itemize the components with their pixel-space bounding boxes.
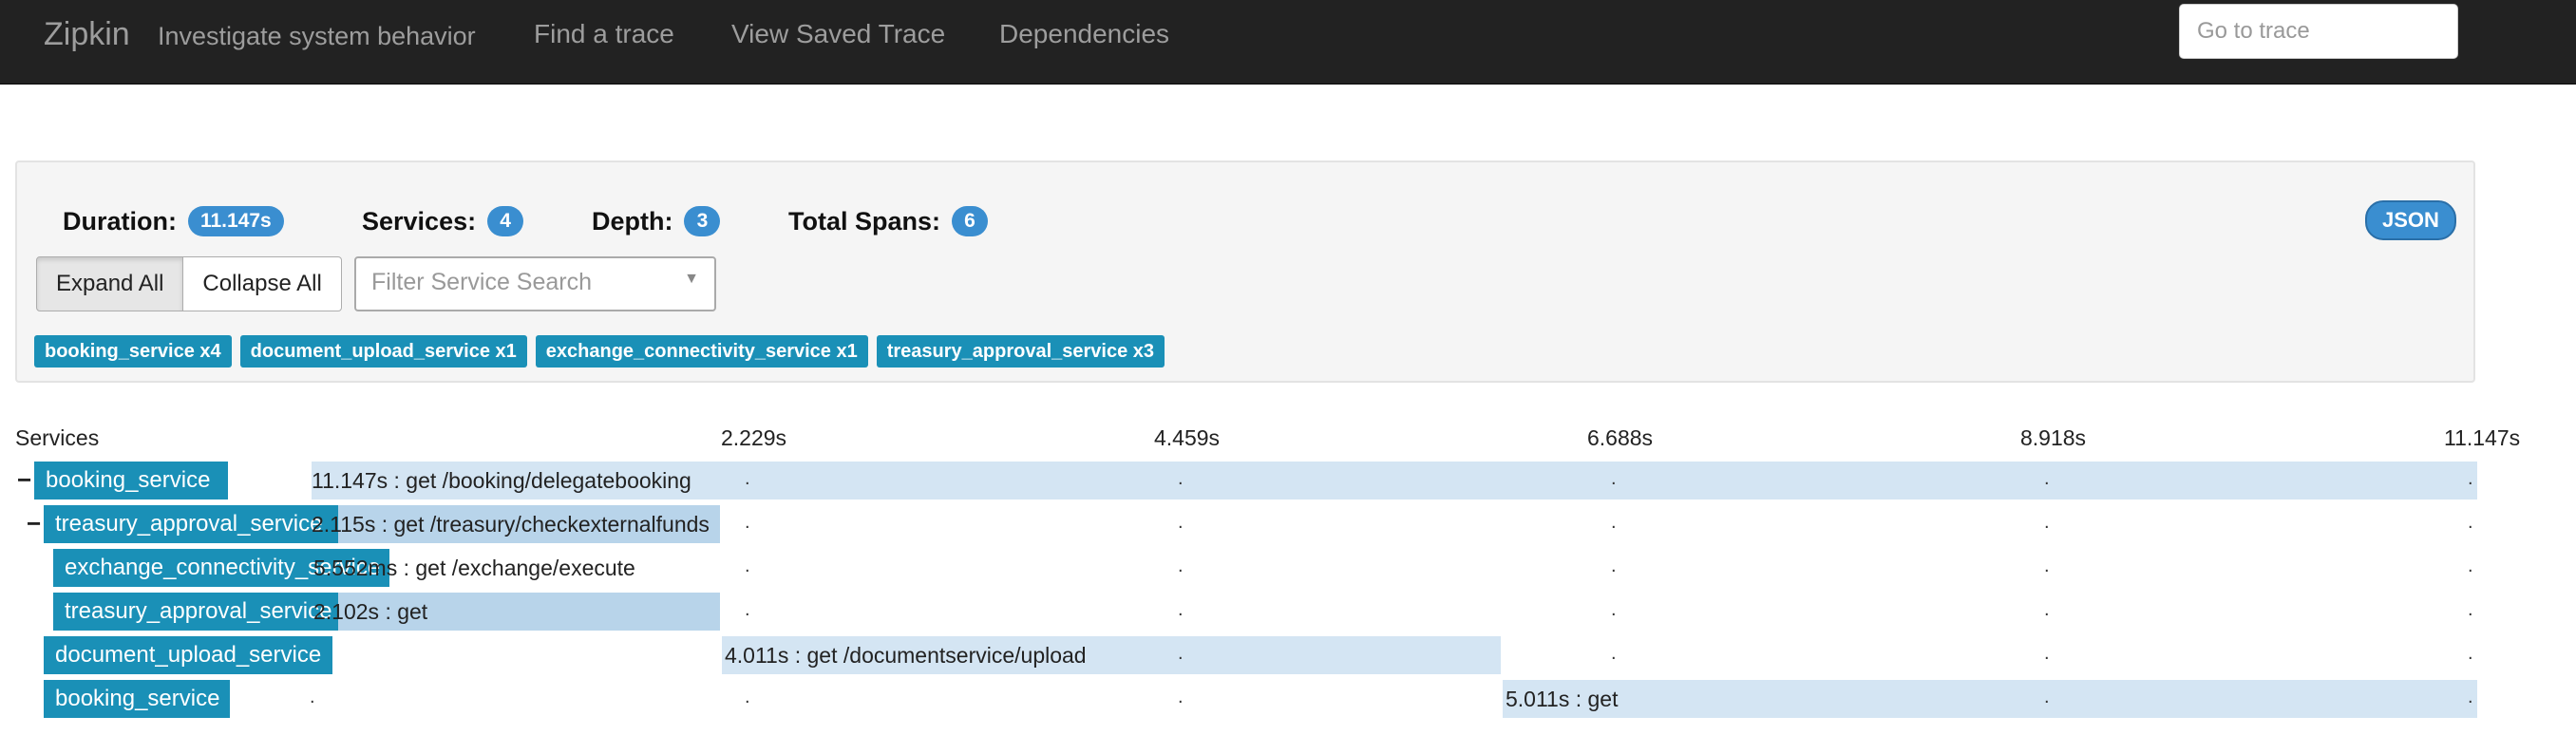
json-button[interactable]: JSON <box>2365 200 2456 240</box>
tick-marker: . <box>2468 687 2473 707</box>
span-duration-bar <box>1503 680 2477 718</box>
span-label[interactable]: 2.102s : get <box>313 593 427 631</box>
span-service-name[interactable]: document_upload_service <box>44 636 332 674</box>
tick-marker: . <box>1178 643 1184 664</box>
nav-find-trace[interactable]: Find a trace <box>534 16 674 52</box>
tick-marker: . <box>1611 599 1617 620</box>
depth-label: Depth: <box>592 206 673 236</box>
duration-badge: 11.147s <box>187 206 284 236</box>
tick-marker: . <box>1178 687 1184 707</box>
service-tag-exchange-connectivity[interactable]: exchange_connectivity_service x1 <box>535 335 868 368</box>
span-label[interactable]: 11.147s : get /booking/delegatebooking <box>312 462 691 500</box>
total-spans-stat: Total Spans: 6 <box>788 202 989 240</box>
collapse-toggle-icon[interactable]: − <box>27 507 41 539</box>
span-row[interactable]: − treasury_approval_service 2.115s : get… <box>0 505 2576 543</box>
span-service-name[interactable]: booking_service <box>34 462 228 500</box>
depth-badge: 3 <box>684 206 721 236</box>
tick-marker: . <box>2044 687 2050 707</box>
span-row[interactable]: − booking_service 11.147s : get /booking… <box>0 462 2576 500</box>
tick-marker: . <box>1178 556 1184 576</box>
span-label[interactable]: 5.011s : get <box>1506 680 1619 718</box>
tick-marker: . <box>2044 599 2050 620</box>
tick-marker: . <box>745 687 750 707</box>
top-navbar: Zipkin Investigate system behavior Find … <box>0 0 2576 85</box>
span-service-name[interactable]: booking_service <box>44 680 230 718</box>
tick-marker: . <box>2044 643 2050 664</box>
span-label[interactable]: 5.552ms : get /exchange/execute <box>313 549 635 587</box>
tick-marker: . <box>2468 468 2473 489</box>
tick-marker: . <box>745 599 750 620</box>
tick-marker: . <box>1611 643 1617 664</box>
tick-label: 4.459s <box>1154 425 1221 450</box>
brand-logo[interactable]: Zipkin <box>44 13 130 55</box>
tick-marker: . <box>745 468 750 489</box>
span-label[interactable]: 2.115s : get /treasury/checkexternalfund… <box>312 505 710 543</box>
collapse-toggle-icon[interactable]: − <box>17 463 31 496</box>
service-tag-booking[interactable]: booking_service x4 <box>34 335 232 368</box>
tick-marker: . <box>1611 512 1617 533</box>
tick-marker: . <box>2468 512 2473 533</box>
chevron-down-icon: ▼ <box>684 271 699 287</box>
tick-marker: . <box>2468 556 2473 576</box>
go-to-trace-input[interactable] <box>2179 4 2458 59</box>
tick-label: 2.229s <box>721 425 787 450</box>
span-label[interactable]: 4.011s : get /documentservice/upload <box>725 636 1087 674</box>
tick-marker: . <box>1611 468 1617 489</box>
services-column-header: Services <box>15 425 100 450</box>
trace-summary-panel: Duration: 11.147s Services: 4 Depth: 3 T… <box>15 160 2475 383</box>
tick-marker: . <box>1178 512 1184 533</box>
tick-marker: . <box>745 556 750 576</box>
duration-stat: Duration: 11.147s <box>63 202 284 240</box>
tick-marker: . <box>1178 468 1184 489</box>
tick-marker: . <box>2044 512 2050 533</box>
tick-marker: . <box>745 512 750 533</box>
tick-marker: . <box>2044 468 2050 489</box>
tick-marker: . <box>2468 599 2473 620</box>
timeline-header: Services 2.229s 4.459s 6.688s 8.918s 11.… <box>0 424 2576 456</box>
collapse-all-button[interactable]: Collapse All <box>183 256 342 311</box>
span-row[interactable]: treasury_approval_service 2.102s : get .… <box>0 593 2576 631</box>
tick-marker: . <box>2468 643 2473 664</box>
span-service-name[interactable]: treasury_approval_service <box>44 505 338 543</box>
nav-dependencies[interactable]: Dependencies <box>999 16 1169 52</box>
span-service-name[interactable]: treasury_approval_service <box>53 593 338 631</box>
tick-marker: . <box>2044 556 2050 576</box>
nav-view-saved-trace[interactable]: View Saved Trace <box>731 16 945 52</box>
filter-service-placeholder: Filter Service Search <box>371 269 593 295</box>
span-row[interactable]: document_upload_service 4.011s : get /do… <box>0 636 2576 674</box>
tick-label: 11.147s <box>2444 425 2521 450</box>
service-tag-treasury-approval[interactable]: treasury_approval_service x3 <box>876 335 1165 368</box>
tick-marker: . <box>310 687 315 707</box>
depth-stat: Depth: 3 <box>592 202 721 240</box>
expand-all-button[interactable]: Expand All <box>36 256 184 311</box>
tick-marker: . <box>1178 599 1184 620</box>
services-badge: 4 <box>487 206 524 236</box>
tick-marker: . <box>1611 556 1617 576</box>
tick-label: 6.688s <box>1587 425 1654 450</box>
filter-service-select[interactable]: Filter Service Search ▼ <box>354 256 716 311</box>
total-spans-badge: 6 <box>952 206 989 236</box>
total-spans-label: Total Spans: <box>788 206 941 236</box>
service-tag-list: booking_service x4 document_upload_servi… <box>34 335 1165 368</box>
service-tag-document-upload[interactable]: document_upload_service x1 <box>239 335 527 368</box>
tick-label: 8.918s <box>2020 425 2087 450</box>
brand-subtitle: Investigate system behavior <box>158 22 476 50</box>
duration-label: Duration: <box>63 206 177 236</box>
span-row[interactable]: booking_service 5.011s : get . . . . . <box>0 680 2576 718</box>
services-label: Services: <box>362 206 477 236</box>
expand-collapse-group: Expand All Collapse All <box>36 256 342 311</box>
span-row[interactable]: exchange_connectivity_service 5.552ms : … <box>0 549 2576 587</box>
services-stat: Services: 4 <box>362 202 524 240</box>
